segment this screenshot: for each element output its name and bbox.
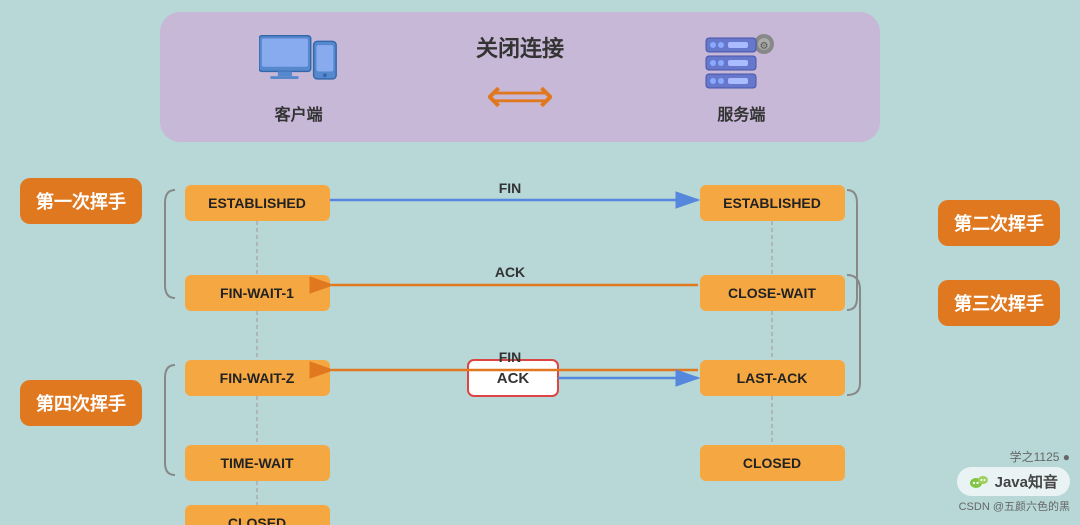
svg-text:LAST-ACK: LAST-ACK (737, 370, 808, 386)
svg-text:FIN: FIN (499, 180, 522, 196)
svg-text:⚙: ⚙ (759, 41, 768, 52)
client-label: 客户端 (275, 101, 323, 125)
connection-diagram-header: 客户端 关闭连接 ⟺ ⚙ (160, 12, 880, 142)
svg-text:TIME-WAIT: TIME-WAIT (220, 455, 294, 471)
watermark-sub: CSDN @五颜六色的黑 (959, 498, 1070, 514)
client-box: 客户端 (259, 30, 339, 125)
watermark: 学之1125 ● Java知音 CSDN @五颜六色的黑 (957, 448, 1070, 514)
handshake2-label: 第二次挥手 (938, 200, 1060, 246)
svg-text:ESTABLISHED: ESTABLISHED (208, 195, 306, 211)
server-box: ⚙ 服务端 (701, 30, 781, 125)
svg-text:ACK: ACK (495, 264, 525, 280)
handshake4-label: 第四次挥手 (20, 380, 142, 426)
client-icon (259, 30, 339, 95)
connection-title: 关闭连接 (476, 31, 564, 63)
double-arrow-icon: ⟺ (486, 68, 555, 124)
svg-text:FIN-WAIT-Z: FIN-WAIT-Z (220, 370, 295, 386)
svg-text:CLOSED: CLOSED (743, 455, 801, 471)
svg-text:FIN-WAIT-1: FIN-WAIT-1 (220, 285, 294, 301)
diagram-svg: ESTABLISHED FIN-WAIT-1 FIN-WAIT-Z TIME-W… (0, 155, 1080, 525)
wechat-icon (969, 472, 989, 492)
brand-name: Java知音 (995, 471, 1058, 492)
svg-text:FIN: FIN (499, 349, 522, 365)
svg-text:ACK: ACK (497, 370, 530, 387)
server-icon: ⚙ (701, 30, 781, 95)
connection-center: 关闭连接 ⟺ (476, 31, 564, 124)
watermark-top: 学之1125 ● (1010, 448, 1070, 465)
server-label: 服务端 (717, 101, 765, 125)
svg-text:CLOSE-WAIT: CLOSE-WAIT (728, 285, 816, 301)
handshake3-label: 第三次挥手 (938, 280, 1060, 326)
watermark-brand: Java知音 (957, 467, 1070, 496)
svg-text:ESTABLISHED: ESTABLISHED (723, 195, 821, 211)
handshake1-label: 第一次挥手 (20, 178, 142, 224)
